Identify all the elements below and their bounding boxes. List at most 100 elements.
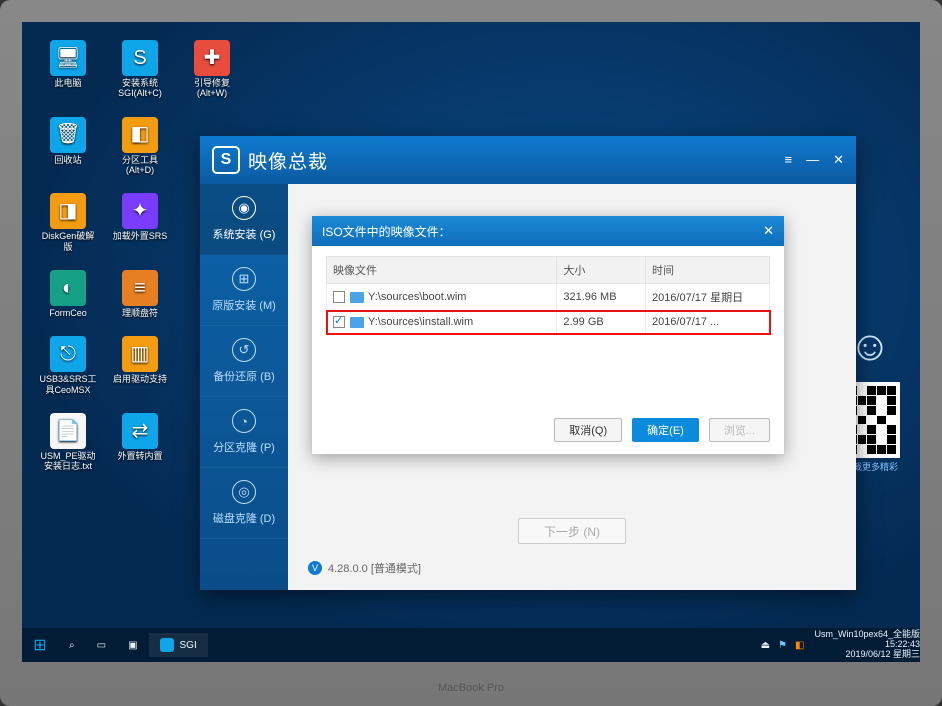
ceo-icon: ◐ bbox=[50, 270, 86, 306]
dialog-close-button[interactable]: ✕ bbox=[763, 223, 774, 239]
app-sidebar: ◉ 系统安装 (G) ⊞ 原版安装 (M) ↺ 备份还原 (B) ◔ 分区克隆 (P) ◎ 磁盘克… bbox=[200, 184, 288, 590]
task-explorer-icon[interactable]: ▣ bbox=[117, 633, 148, 657]
sidebar-icon: ◔ bbox=[232, 409, 256, 433]
version-label: V 4.28.0.0 [普通模式] bbox=[308, 560, 421, 576]
icon-label: DiskGen破解 版 bbox=[42, 231, 95, 252]
sidebar-label: 磁盘克隆 (D) bbox=[213, 510, 275, 526]
menu-button[interactable]: ≡ bbox=[785, 152, 793, 168]
icon-label: USM_PE驱动 安装日志.txt bbox=[40, 451, 95, 472]
image-file-rows: Y:\sources\boot.wim 321.96 MB2016/07/17 星… bbox=[327, 284, 770, 334]
app-title: 映像总裁 bbox=[248, 147, 328, 174]
sidebar-item-1[interactable]: ⊞ 原版安装 (M) bbox=[200, 255, 288, 326]
ext-icon: ⇄ bbox=[122, 413, 158, 449]
row-checkbox[interactable] bbox=[333, 316, 345, 328]
sidebar-icon: ⊞ bbox=[232, 267, 256, 291]
tray-usb-icon[interactable]: ⏏ bbox=[761, 640, 770, 651]
desktop-icon-disk[interactable]: ◨DiskGen破解 版 bbox=[38, 193, 98, 252]
desktop: 🖥此电脑S安装系统 SGI(Alt+C)✚引导修复 (Alt+W)🗑回收站◧分区… bbox=[22, 22, 920, 662]
app-titlebar[interactable]: S 映像总裁 ≡ — ✕ bbox=[200, 136, 856, 184]
taskbar-clock[interactable]: Usm_Win10pex64_全能版 15:22:43 2019/06/12 星… bbox=[814, 630, 920, 660]
tray-flag-icon[interactable]: ⚑ bbox=[778, 640, 787, 651]
sidebar-icon: ◉ bbox=[232, 196, 256, 220]
desktop-icon-bin[interactable]: 🗑 回收站 bbox=[38, 117, 98, 176]
sidebar-icon: ↺ bbox=[232, 338, 256, 362]
sidebar-label: 备份还原 (B) bbox=[213, 368, 275, 384]
part-icon: ◧ bbox=[122, 117, 158, 153]
sgi-icon: S bbox=[122, 40, 158, 76]
col-file[interactable]: 映像文件 bbox=[327, 257, 557, 284]
cancel-button[interactable]: 取消(Q) bbox=[554, 418, 622, 442]
laptop-brand: MacBook Pro bbox=[438, 682, 504, 694]
tray[interactable]: ⏏ ⚑ ◧ bbox=[761, 640, 815, 651]
msx-icon: ▥ bbox=[122, 336, 158, 372]
col-time[interactable]: 时间 bbox=[645, 257, 769, 284]
row-time: 2016/07/17 ... bbox=[645, 311, 769, 334]
browse-button[interactable]: 浏览... bbox=[709, 418, 770, 442]
icon-label: 加载外置SRS bbox=[113, 231, 168, 241]
folder-icon bbox=[350, 317, 364, 328]
iso-dialog: ISO文件中的映像文件： ✕ 映像文件 大小 时间 Y:\sources\boo… bbox=[312, 216, 784, 454]
task-search-icon[interactable]: ⌕ bbox=[58, 633, 86, 657]
row-path: Y:\sources\install.wim bbox=[368, 316, 473, 328]
row-path: Y:\sources\boot.wim bbox=[368, 291, 466, 303]
row-time: 2016/07/17 星期日 bbox=[645, 284, 769, 311]
sgi-icon bbox=[160, 638, 174, 652]
folder-icon bbox=[350, 292, 364, 303]
image-file-table: 映像文件 大小 时间 Y:\sources\boot.wim 321.96 MB2… bbox=[326, 256, 770, 334]
icon-label: 回收站 bbox=[54, 155, 81, 165]
icon-label: 外置转内置 bbox=[117, 451, 162, 461]
icon-label: 启用驱动支持 bbox=[113, 374, 167, 384]
icon-label: USB3&SRS工 具CeoMSX bbox=[39, 374, 96, 395]
ok-button[interactable]: 确定(E) bbox=[632, 418, 699, 442]
row-checkbox[interactable] bbox=[333, 291, 345, 303]
desktop-icon-ext[interactable]: ⇄ 外置转内置 bbox=[110, 413, 170, 472]
desktop-icon-repair[interactable]: ✚引导修复 (Alt+W) bbox=[182, 40, 242, 99]
icon-label: 分区工具 (Alt+D) bbox=[122, 155, 158, 176]
desktop-icon-pc[interactable]: 🖥此电脑 bbox=[38, 40, 98, 99]
icon-label: 理顺盘符 bbox=[122, 308, 158, 318]
sidebar-item-2[interactable]: ↺ 备份还原 (B) bbox=[200, 326, 288, 397]
icon-label: FormCeo bbox=[49, 308, 87, 318]
col-size[interactable]: 大小 bbox=[557, 257, 646, 284]
sidebar-icon: ◎ bbox=[232, 480, 256, 504]
tray-settings-icon[interactable]: ◧ bbox=[795, 640, 804, 651]
app-logo-icon: S bbox=[212, 146, 240, 174]
task-view-icon[interactable]: ▭ bbox=[86, 633, 117, 657]
version-icon: V bbox=[308, 561, 322, 575]
dialog-title: ISO文件中的映像文件： bbox=[322, 223, 451, 240]
srs-icon: ✦ bbox=[122, 193, 158, 229]
desktop-icon-sgi[interactable]: S安装系统 SGI(Alt+C) bbox=[110, 40, 170, 99]
row-size: 2.99 GB bbox=[557, 311, 646, 334]
sidebar-label: 系统安装 (G) bbox=[213, 226, 276, 242]
icon-label: 此电脑 bbox=[54, 78, 81, 88]
sidebar-item-0[interactable]: ◉ 系统安装 (G) bbox=[200, 184, 288, 255]
start-button[interactable]: ⊞ bbox=[22, 628, 58, 662]
desktop-icon-ceo[interactable]: ◐ FormCeo bbox=[38, 270, 98, 318]
close-button[interactable]: ✕ bbox=[833, 152, 844, 168]
drive-icon: ≡ bbox=[122, 270, 158, 306]
sidebar-item-4[interactable]: ◎ 磁盘克隆 (D) bbox=[200, 468, 288, 539]
desktop-icon-drive[interactable]: ≡ 理顺盘符 bbox=[110, 270, 170, 318]
row-size: 321.96 MB bbox=[557, 284, 646, 311]
sidebar-label: 分区克隆 (P) bbox=[213, 439, 275, 455]
desktop-icon-msx[interactable]: ▥ 启用驱动支持 bbox=[110, 336, 170, 395]
repair-icon: ✚ bbox=[194, 40, 230, 76]
sidebar-item-3[interactable]: ◔ 分区克隆 (P) bbox=[200, 397, 288, 468]
icon-label: 引导修复 (Alt+W) bbox=[194, 78, 230, 99]
usb-icon: ⎋ bbox=[50, 336, 86, 372]
disk-icon: ◨ bbox=[50, 193, 86, 229]
desktop-icon-usb[interactable]: ⎋USB3&SRS工 具CeoMSX bbox=[38, 336, 98, 395]
table-row[interactable]: Y:\sources\boot.wim 321.96 MB2016/07/17 星… bbox=[327, 284, 770, 311]
next-button[interactable]: 下一步 (N) bbox=[518, 518, 626, 544]
dialog-titlebar[interactable]: ISO文件中的映像文件： ✕ bbox=[312, 216, 784, 246]
minimize-button[interactable]: — bbox=[806, 152, 819, 168]
desktop-icon-part[interactable]: ◧分区工具 (Alt+D) bbox=[110, 117, 170, 176]
sidebar-label: 原版安装 (M) bbox=[212, 297, 276, 313]
desktop-icon-srs[interactable]: ✦ 加载外置SRS bbox=[110, 193, 170, 252]
task-sgi[interactable]: SGI bbox=[149, 633, 208, 657]
txt-icon: 📄 bbox=[50, 413, 86, 449]
taskbar[interactable]: ⊞ ⌕ ▭ ▣ SGI ⏏ ⚑ ◧ Usm_Win10pex64_全能版 15:… bbox=[22, 628, 920, 662]
desktop-icon-txt[interactable]: 📄USM_PE驱动 安装日志.txt bbox=[38, 413, 98, 472]
table-row[interactable]: Y:\sources\install.wim 2.99 GB2016/07/17 … bbox=[327, 311, 770, 334]
bin-icon: 🗑 bbox=[50, 117, 86, 153]
